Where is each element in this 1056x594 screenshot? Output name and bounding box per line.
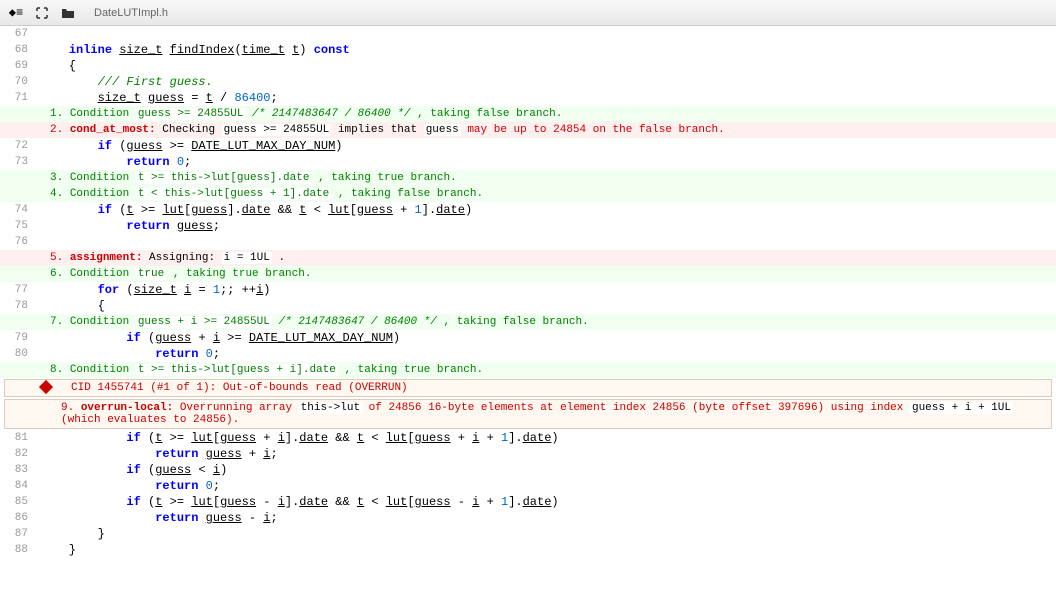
filename: DateLUTImpl.h bbox=[94, 7, 168, 19]
code-line: 69 { bbox=[0, 58, 1056, 74]
code-line: 73 return 0; bbox=[0, 154, 1056, 170]
code-line: 81 if (t >= lut[guess + i].date && t < l… bbox=[0, 430, 1056, 446]
code-line: 87 } bbox=[0, 526, 1056, 542]
code-line: 84 return 0; bbox=[0, 478, 1056, 494]
annotation: 8. Condition t >= this->lut[guess + i].d… bbox=[0, 362, 1056, 378]
code-line: 86 return guess - i; bbox=[0, 510, 1056, 526]
code-line: 67 bbox=[0, 26, 1056, 42]
folder-icon[interactable] bbox=[60, 5, 76, 21]
code-line: 76 bbox=[0, 234, 1056, 250]
code-line: 80 return 0; bbox=[0, 346, 1056, 362]
annotation: 6. Condition true , taking true branch. bbox=[0, 266, 1056, 282]
overrun-annotation: 9. overrun-local: Overrunning array this… bbox=[4, 399, 1052, 429]
collapse-icon[interactable]: ◆≡ bbox=[8, 5, 24, 21]
code-line: 72 if (guess >= DATE_LUT_MAX_DAY_NUM) bbox=[0, 138, 1056, 154]
code-line: 74 if (t >= lut[guess].date && t < lut[g… bbox=[0, 202, 1056, 218]
code-line: 75 return guess; bbox=[0, 218, 1056, 234]
warning-icon bbox=[39, 380, 53, 394]
annotation: 3. Condition t >= this->lut[guess].date … bbox=[0, 170, 1056, 186]
expand-icon[interactable] bbox=[34, 5, 50, 21]
code-line: 79 if (guess + i >= DATE_LUT_MAX_DAY_NUM… bbox=[0, 330, 1056, 346]
code-line: 78 { bbox=[0, 298, 1056, 314]
code-area: 67 68 inline size_t findIndex(time_t t) … bbox=[0, 26, 1056, 558]
annotation: 7. Condition guess + i >= 24855UL /* 214… bbox=[0, 314, 1056, 330]
annotation: 5. assignment: Assigning: i = 1UL . bbox=[0, 250, 1056, 266]
code-line: 85 if (t >= lut[guess - i].date && t < l… bbox=[0, 494, 1056, 510]
code-line: 70 /// First guess. bbox=[0, 74, 1056, 90]
code-line: 83 if (guess < i) bbox=[0, 462, 1056, 478]
code-line: 68 inline size_t findIndex(time_t t) con… bbox=[0, 42, 1056, 58]
code-line: 71 size_t guess = t / 86400; bbox=[0, 90, 1056, 106]
annotation: 2. cond_at_most: Checking guess >= 24855… bbox=[0, 122, 1056, 138]
cid-annotation: CID 1455741 (#1 of 1): Out-of-bounds rea… bbox=[4, 379, 1052, 397]
annotation: 1. Condition guess >= 24855UL /* 2147483… bbox=[0, 106, 1056, 122]
code-line: 82 return guess + i; bbox=[0, 446, 1056, 462]
code-line: 77 for (size_t i = 1;; ++i) bbox=[0, 282, 1056, 298]
annotation: 4. Condition t < this->lut[guess + 1].da… bbox=[0, 186, 1056, 202]
toolbar: ◆≡ DateLUTImpl.h bbox=[0, 0, 1056, 26]
code-line: 88 } bbox=[0, 542, 1056, 558]
